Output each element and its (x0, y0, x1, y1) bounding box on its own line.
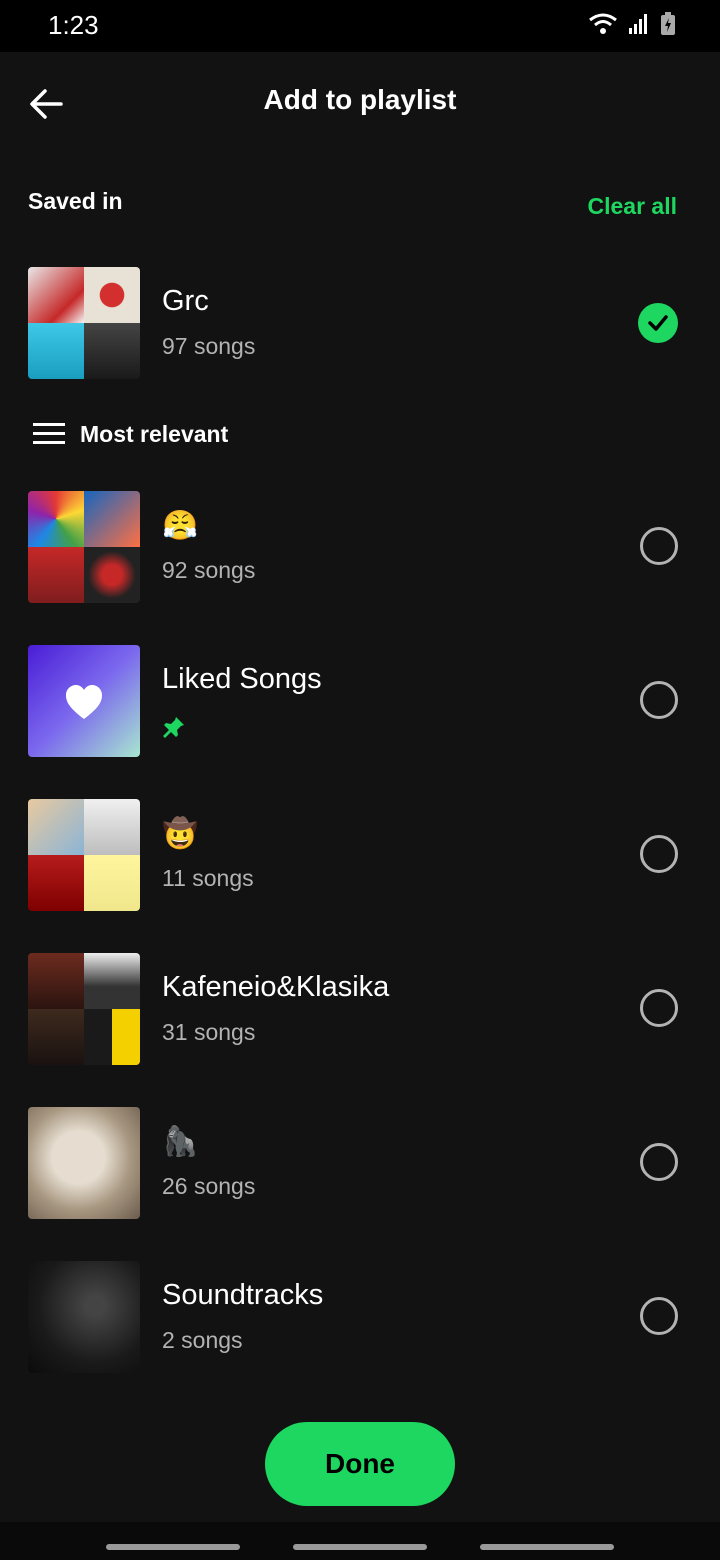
wifi-icon (589, 13, 617, 34)
playlist-row-grc[interactable]: Grc 97 songs (0, 267, 720, 381)
checkmark-icon (648, 315, 668, 331)
saved-in-label: Saved in (28, 188, 123, 214)
playlist-song-count: 11 songs (162, 865, 254, 891)
playlist-song-count: 92 songs (162, 557, 256, 583)
battery-icon (661, 12, 675, 35)
sort-label: Most relevant (80, 420, 229, 447)
clear-all-button[interactable]: Clear all (588, 193, 678, 220)
select-radio[interactable] (640, 1143, 678, 1181)
playlist-cover (28, 1107, 140, 1219)
playlist-name: Liked Songs (162, 663, 322, 695)
playlist-name: 😤 (162, 510, 199, 542)
playlist-row[interactable]: 😤 92 songs (0, 491, 720, 605)
select-radio[interactable] (640, 1297, 678, 1335)
playlist-song-count: 31 songs (162, 1019, 256, 1045)
playlist-cover (28, 1261, 140, 1373)
selected-check-button[interactable] (638, 303, 678, 343)
playlist-row-liked-songs[interactable]: Liked Songs (0, 645, 720, 759)
playlist-cover (28, 799, 140, 911)
playlist-song-count: 2 songs (162, 1327, 243, 1353)
status-bar: 1:23 (0, 0, 720, 52)
playlist-song-count: 26 songs (162, 1173, 256, 1199)
playlist-row[interactable]: 🤠 11 songs (0, 799, 720, 913)
system-nav-bar (0, 1522, 720, 1560)
status-time: 1:23 (48, 10, 99, 40)
nav-recents-handle[interactable] (106, 1544, 240, 1550)
playlist-row-kafeneio-klasika[interactable]: Kafeneio&Klasika 31 songs (0, 953, 720, 1067)
select-radio[interactable] (640, 989, 678, 1027)
select-radio[interactable] (640, 527, 678, 565)
sort-button[interactable]: Most relevant (32, 420, 228, 448)
signal-icon (629, 14, 647, 34)
playlist-name: 🤠 (162, 818, 199, 850)
playlist-cover (28, 491, 140, 603)
page-title: Add to playlist (263, 84, 457, 115)
select-radio[interactable] (640, 681, 678, 719)
nav-back-handle[interactable] (480, 1544, 614, 1550)
nav-home-handle[interactable] (293, 1544, 427, 1550)
liked-songs-cover (28, 645, 140, 757)
header: Add to playlist (0, 52, 720, 152)
playlist-song-count: 97 songs (162, 333, 256, 359)
playlist-name: 🦍 (162, 1126, 199, 1158)
playlist-cover (28, 267, 140, 379)
playlist-row-soundtracks[interactable]: Soundtracks 2 songs (0, 1261, 720, 1375)
playlist-name: Kafeneio&Klasika (162, 971, 390, 1003)
playlist-name: Grc (162, 285, 209, 317)
heart-icon (66, 685, 102, 719)
pin-icon (163, 717, 184, 738)
sort-list-icon (33, 423, 65, 444)
playlist-row[interactable]: 🦍 26 songs (0, 1107, 720, 1221)
list-fade (0, 1380, 720, 1420)
done-button[interactable]: Done (265, 1422, 455, 1506)
playlist-cover (28, 953, 140, 1065)
playlist-name: Soundtracks (162, 1279, 324, 1311)
select-radio[interactable] (640, 835, 678, 873)
